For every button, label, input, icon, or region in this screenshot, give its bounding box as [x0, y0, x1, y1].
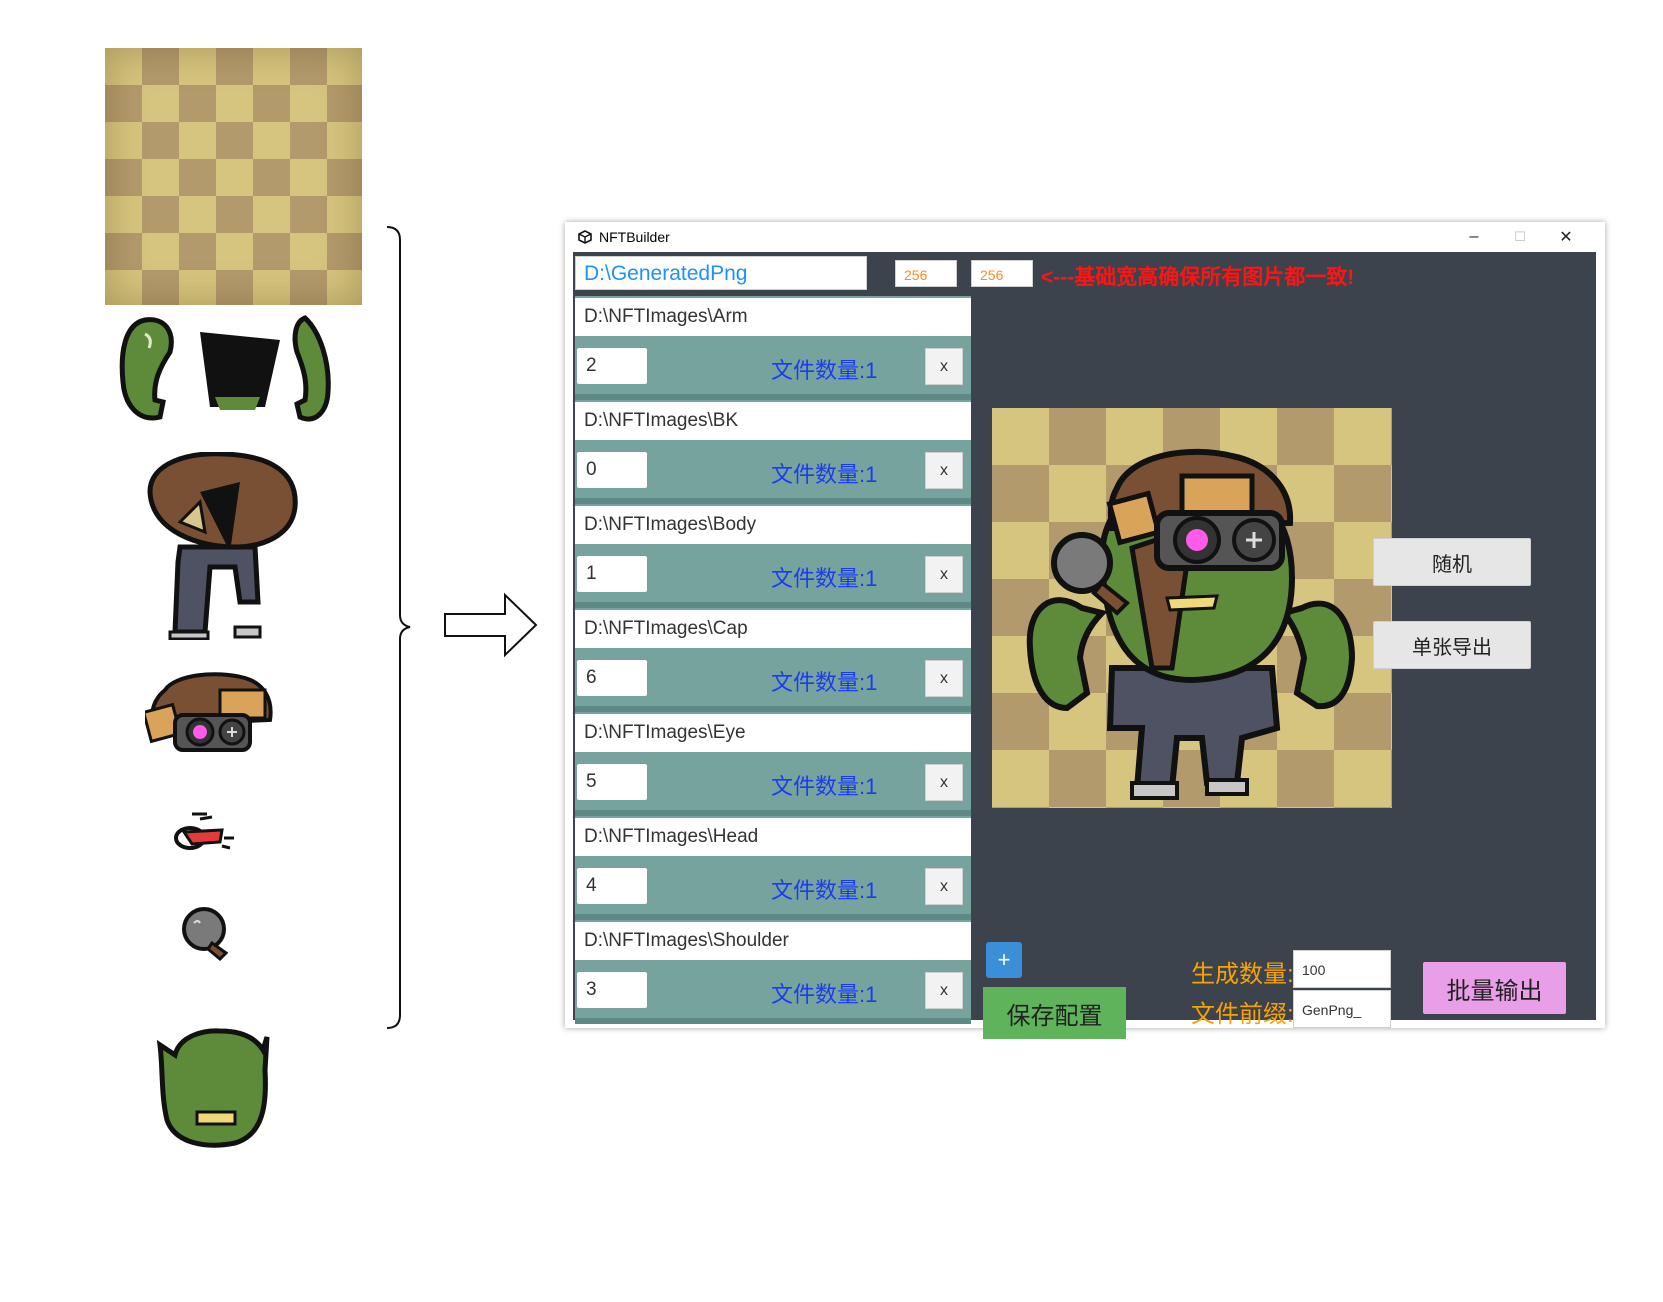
- head-part-image: [156, 1028, 270, 1148]
- remove-layer-button[interactable]: x: [925, 764, 963, 801]
- remove-layer-button[interactable]: x: [925, 868, 963, 905]
- layer-path-field[interactable]: D:\NFTImages\Arm: [575, 298, 971, 336]
- layer-order-field[interactable]: 2: [577, 348, 647, 384]
- remove-layer-button[interactable]: x: [925, 348, 963, 385]
- layer-order-field[interactable]: 0: [577, 452, 647, 488]
- file-prefix-label: 文件前缀:: [1191, 1001, 1294, 1028]
- client-area: D:\GeneratedPng 256 256 <---基础宽高确保所有图片都一…: [573, 252, 1596, 1039]
- add-layer-button[interactable]: +: [986, 942, 1022, 978]
- shoulder-part-image: [182, 907, 229, 961]
- remove-layer-button[interactable]: x: [925, 452, 963, 489]
- layer-row-head: D:\NFTImages\Head 4 文件数量:1 x: [575, 816, 971, 920]
- remove-layer-button[interactable]: x: [925, 660, 963, 697]
- layer-path-field[interactable]: D:\NFTImages\Eye: [575, 714, 971, 752]
- height-field[interactable]: 256: [971, 260, 1033, 287]
- background-tile-image: [105, 48, 362, 305]
- app-icon: [578, 230, 592, 244]
- file-count-label: 文件数量:1: [771, 462, 878, 487]
- batch-export-button[interactable]: 批量输出: [1423, 962, 1566, 1014]
- layer-row-arm: D:\NFTImages\Arm 2 文件数量:1 x: [575, 296, 971, 400]
- file-count-label: 文件数量:1: [771, 358, 878, 383]
- layer-divider: [575, 1018, 971, 1024]
- layer-order-field[interactable]: 3: [577, 972, 647, 1008]
- file-count-label: 文件数量:1: [771, 566, 878, 591]
- layer-row-bk: D:\NFTImages\BK 0 文件数量:1 x: [575, 400, 971, 504]
- layer-path-field[interactable]: D:\NFTImages\Shoulder: [575, 922, 971, 960]
- body-part-image: [147, 452, 298, 640]
- width-field[interactable]: 256: [895, 260, 957, 287]
- file-count-label: 文件数量:1: [771, 878, 878, 903]
- eye-part-image: [174, 812, 234, 850]
- generate-count-field[interactable]: 100: [1293, 950, 1391, 988]
- character-preview-image: [1026, 448, 1356, 800]
- layer-path-field[interactable]: D:\NFTImages\Cap: [575, 610, 971, 648]
- maximize-button[interactable]: ☐: [1497, 222, 1543, 252]
- file-count-label: 文件数量:1: [771, 982, 878, 1007]
- export-single-button[interactable]: 单张导出: [1373, 621, 1531, 669]
- file-prefix-field[interactable]: GenPng_: [1293, 990, 1391, 1028]
- minimize-button[interactable]: –: [1451, 222, 1497, 252]
- layer-row-body: D:\NFTImages\Body 1 文件数量:1 x: [575, 504, 971, 608]
- save-config-button[interactable]: 保存配置: [983, 987, 1126, 1039]
- layer-order-field[interactable]: 5: [577, 764, 647, 800]
- layer-row-shoulder: D:\NFTImages\Shoulder 3 文件数量:1 x: [575, 920, 971, 1024]
- layer-list: D:\NFTImages\Arm 2 文件数量:1 x D:\NFTImages…: [573, 296, 973, 1024]
- remove-layer-button[interactable]: x: [925, 972, 963, 1009]
- generate-count-label: 生成数量:: [1191, 961, 1294, 988]
- layer-row-cap: D:\NFTImages\Cap 6 文件数量:1 x: [575, 608, 971, 712]
- close-button[interactable]: ✕: [1543, 222, 1589, 252]
- cap-part-image: [145, 672, 273, 752]
- remove-layer-button[interactable]: x: [925, 556, 963, 593]
- layer-row-eye: D:\NFTImages\Eye 5 文件数量:1 x: [575, 712, 971, 816]
- arrow-right-icon: [444, 592, 538, 658]
- layer-order-field[interactable]: 6: [577, 660, 647, 696]
- file-count-label: 文件数量:1: [771, 774, 878, 799]
- layer-path-field[interactable]: D:\NFTImages\Head: [575, 818, 971, 856]
- layer-order-field[interactable]: 4: [577, 868, 647, 904]
- title-bar: NFTBuilder – ☐ ✕: [565, 222, 1605, 252]
- preview-image: [992, 408, 1392, 808]
- bracket-shape: [386, 226, 411, 1029]
- output-path-field[interactable]: D:\GeneratedPng: [575, 256, 867, 290]
- layer-path-field[interactable]: D:\NFTImages\Body: [575, 506, 971, 544]
- nftbuilder-window: NFTBuilder – ☐ ✕ D:\GeneratedPng 256 256…: [565, 222, 1605, 1039]
- layer-order-field[interactable]: 1: [577, 556, 647, 592]
- file-count-label: 文件数量:1: [771, 670, 878, 695]
- arm-parts-image: [119, 315, 331, 422]
- size-warning-text: <---基础宽高确保所有图片都一致!: [1041, 266, 1355, 289]
- layer-path-field[interactable]: D:\NFTImages\BK: [575, 402, 971, 440]
- window-title: NFTBuilder: [599, 229, 670, 245]
- random-button[interactable]: 随机: [1373, 538, 1531, 586]
